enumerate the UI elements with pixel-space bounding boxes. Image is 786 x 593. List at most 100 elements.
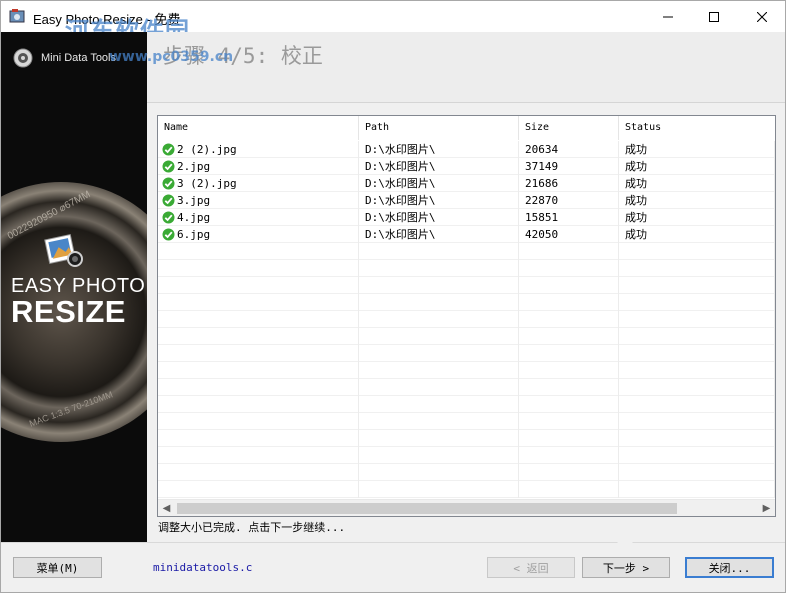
empty-cell	[158, 243, 359, 260]
close-window-button[interactable]	[739, 1, 785, 32]
cell-status: 成功	[619, 158, 775, 175]
empty-cell	[619, 379, 775, 396]
empty-cell	[519, 362, 619, 379]
table-row[interactable]: 3 (2).jpg D:\水印图片\ 21686 成功	[158, 175, 775, 192]
empty-cell	[158, 294, 359, 311]
empty-cell	[359, 243, 519, 260]
scroll-right-button[interactable]: ▶	[758, 500, 775, 516]
empty-table-row	[158, 328, 775, 345]
cell-size: 21686	[519, 175, 619, 192]
app-window: Easy Photo Resize - 免费 河东软件园 Mini Data T…	[0, 0, 786, 593]
file-name: 4.jpg	[177, 211, 211, 224]
cell-size: 20634	[519, 141, 619, 158]
empty-cell	[619, 277, 775, 294]
website-link[interactable]: minidatatools.c	[153, 561, 252, 574]
empty-cell	[519, 328, 619, 345]
column-header-path[interactable]: Path	[359, 116, 519, 140]
file-name: 2 (2).jpg	[177, 143, 237, 156]
empty-cell	[359, 396, 519, 413]
empty-cell	[158, 447, 359, 464]
empty-cell	[619, 345, 775, 362]
table-row[interactable]: 2 (2).jpg D:\水印图片\ 20634 成功	[158, 141, 775, 158]
empty-cell	[619, 311, 775, 328]
cell-status: 成功	[619, 141, 775, 158]
empty-cell	[519, 311, 619, 328]
empty-cell	[359, 447, 519, 464]
menu-button[interactable]: 菜单(M)	[13, 557, 102, 578]
maximize-button[interactable]	[691, 1, 737, 32]
minimize-button[interactable]	[645, 1, 691, 32]
empty-cell	[158, 464, 359, 481]
empty-cell	[619, 294, 775, 311]
photo-resize-icon	[44, 233, 83, 267]
empty-cell	[359, 379, 519, 396]
cell-size: 42050	[519, 226, 619, 243]
cell-status: 成功	[619, 226, 775, 243]
horizontal-scrollbar[interactable]: ◀ ▶	[158, 499, 775, 516]
empty-table-row	[158, 277, 775, 294]
file-name: 2.jpg	[177, 160, 211, 173]
empty-cell	[158, 430, 359, 447]
cell-path: D:\水印图片\	[359, 158, 519, 175]
empty-table-row	[158, 260, 775, 277]
table-row[interactable]: 2.jpg D:\水印图片\ 37149 成功	[158, 158, 775, 175]
empty-cell	[519, 464, 619, 481]
empty-cell	[519, 481, 619, 498]
empty-cell	[158, 328, 359, 345]
table-row[interactable]: 4.jpg D:\水印图片\ 15851 成功	[158, 209, 775, 226]
column-header-name[interactable]: Name	[158, 116, 359, 140]
cell-name: 3 (2).jpg	[158, 175, 359, 192]
cell-size: 22870	[519, 192, 619, 209]
empty-table-row	[158, 311, 775, 328]
title-bar[interactable]: Easy Photo Resize - 免费 河东软件园	[1, 1, 785, 45]
cell-name: 6.jpg	[158, 226, 359, 243]
footer-bar: 菜单(M) minidatatools.c < 返回 下一步 > 关闭...	[1, 535, 785, 592]
close-button[interactable]: 关闭...	[685, 557, 774, 578]
empty-cell	[619, 396, 775, 413]
step-header: 步骤 4/5: 校正	[147, 32, 785, 103]
cell-name: 2.jpg	[158, 158, 359, 175]
empty-cell	[519, 277, 619, 294]
minimize-icon	[663, 16, 673, 17]
file-name: 3 (2).jpg	[177, 177, 237, 190]
empty-cell	[359, 481, 519, 498]
file-name: 6.jpg	[177, 228, 211, 241]
empty-cell	[359, 362, 519, 379]
empty-cell	[519, 413, 619, 430]
empty-table-row	[158, 396, 775, 413]
empty-cell	[519, 345, 619, 362]
empty-cell	[619, 362, 775, 379]
empty-cell	[519, 447, 619, 464]
empty-cell	[158, 362, 359, 379]
watermark-url: www.pc0359.cn	[109, 49, 234, 65]
cell-status: 成功	[619, 175, 775, 192]
empty-cell	[359, 464, 519, 481]
table-row[interactable]: 3.jpg D:\水印图片\ 22870 成功	[158, 192, 775, 209]
column-header-status[interactable]: Status	[619, 116, 775, 140]
sidebar-banner: Mini Data Tools 0022920950 ⌀67MM MAC 1:3…	[1, 32, 147, 542]
empty-cell	[619, 481, 775, 498]
column-header-size[interactable]: Size	[519, 116, 619, 140]
scroll-left-button[interactable]: ◀	[158, 500, 175, 516]
success-check-icon	[162, 211, 175, 224]
next-button[interactable]: 下一步 >	[582, 557, 670, 578]
maximize-icon	[709, 11, 719, 22]
empty-table-row	[158, 413, 775, 430]
table-row[interactable]: 6.jpg D:\水印图片\ 42050 成功	[158, 226, 775, 243]
back-button[interactable]: < 返回	[487, 557, 575, 578]
scroll-right-icon: ▶	[762, 503, 771, 514]
empty-table-row	[158, 430, 775, 447]
close-icon	[757, 11, 767, 22]
empty-cell	[158, 481, 359, 498]
cell-path: D:\水印图片\	[359, 209, 519, 226]
empty-table-row	[158, 464, 775, 481]
scrollbar-thumb[interactable]	[177, 503, 677, 514]
results-table[interactable]: Name Path Size Status 2 (2).jpg D:\水印图片\ 2…	[157, 115, 776, 517]
file-name: 3.jpg	[177, 194, 211, 207]
cell-path: D:\水印图片\	[359, 175, 519, 192]
app-icon	[9, 9, 25, 23]
empty-cell	[158, 345, 359, 362]
empty-cell	[519, 396, 619, 413]
cell-name: 4.jpg	[158, 209, 359, 226]
empty-cell	[359, 277, 519, 294]
